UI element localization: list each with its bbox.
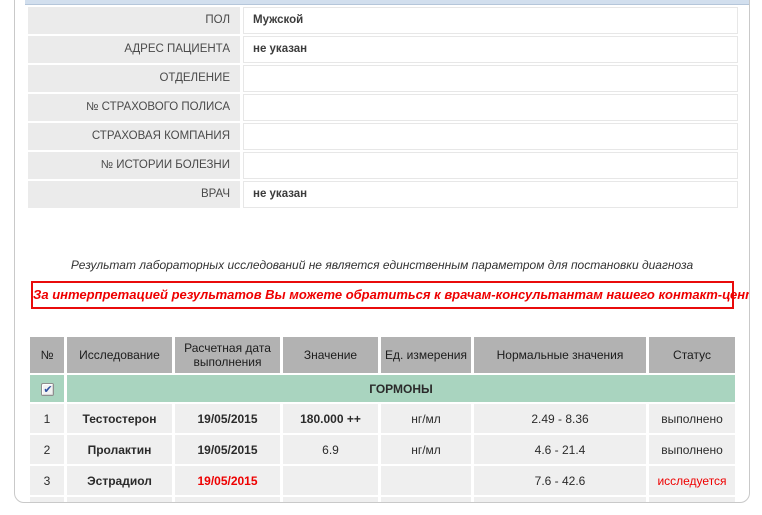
result-row: 1 Тестостерон 19/05/2015 180.000 ++ нг/м… (30, 404, 735, 433)
partial-cell (175, 497, 280, 503)
partial-next-row (30, 497, 735, 503)
result-cell-unit: нг/мл (381, 404, 471, 433)
column-header: Значение (283, 337, 378, 373)
column-header: Статус (649, 337, 735, 373)
result-cell-date: 19/05/2015 (175, 404, 280, 433)
header-bottom-strip (25, 0, 749, 5)
patient-form-row: № СТРАХОВОГО ПОЛИСА (28, 94, 738, 121)
result-cell-status: исследуется (649, 466, 735, 495)
group-checkbox[interactable] (41, 383, 54, 396)
form-field-label: ВРАЧ (28, 181, 240, 208)
form-field-value: не указан (243, 36, 738, 63)
column-header: Исследование (67, 337, 172, 373)
partial-cell (474, 497, 646, 503)
result-cell-status: выполнено (649, 404, 735, 433)
result-cell-unit: нг/мл (381, 435, 471, 464)
form-field-value: Мужской (243, 7, 738, 34)
form-field-label: № ИСТОРИИ БОЛЕЗНИ (28, 152, 240, 179)
result-cell-num: 2 (30, 435, 64, 464)
results-header-row: №ИсследованиеРасчетная дата выполненияЗн… (30, 337, 735, 373)
patient-form-row: АДРЕС ПАЦИЕНТА не указан (28, 36, 738, 63)
disclaimer-note: Результат лабораторных исследований не я… (15, 258, 749, 272)
form-field-label: СТРАХОВАЯ КОМПАНИЯ (28, 123, 240, 150)
patient-form: ПОЛ Мужской АДРЕС ПАЦИЕНТА не указан ОТД… (28, 7, 738, 210)
form-field-value (243, 152, 738, 179)
patient-form-row: ОТДЕЛЕНИЕ (28, 65, 738, 92)
form-field-label: ОТДЕЛЕНИЕ (28, 65, 240, 92)
result-row: 2 Пролактин 19/05/2015 6.9 нг/мл 4.6 - 2… (30, 435, 735, 464)
result-cell-date: 19/05/2015 (175, 435, 280, 464)
result-cell-test: Тестостерон (67, 404, 172, 433)
partial-cell (649, 497, 735, 503)
patient-form-row: ПОЛ Мужской (28, 7, 738, 34)
group-name: ГОРМОНЫ (67, 375, 735, 402)
result-cell-test: Эстрадиол (67, 466, 172, 495)
partial-cell (283, 497, 378, 503)
results-tbody: ГОРМОНЫ 1 Тестостерон 19/05/2015 180.000… (30, 375, 735, 495)
patient-form-row: ВРАЧ не указан (28, 181, 738, 208)
contact-notice: За интерпретацией результатов Вы можете … (31, 281, 734, 309)
result-cell-normal: 2.49 - 8.36 (474, 404, 646, 433)
patient-form-row: № ИСТОРИИ БОЛЕЗНИ (28, 152, 738, 179)
result-cell-date: 19/05/2015 (175, 466, 280, 495)
group-row: ГОРМОНЫ (30, 375, 735, 402)
partial-cell (381, 497, 471, 503)
partial-tbody (30, 497, 735, 503)
result-cell-value: 180.000 ++ (283, 404, 378, 433)
form-field-value (243, 94, 738, 121)
form-field-value (243, 123, 738, 150)
result-cell-value (283, 466, 378, 495)
partial-cell (30, 497, 64, 503)
patient-form-row: СТРАХОВАЯ КОМПАНИЯ (28, 123, 738, 150)
results-table: №ИсследованиеРасчетная дата выполненияЗн… (27, 335, 738, 503)
result-cell-value: 6.9 (283, 435, 378, 464)
column-header: Нормальные значения (474, 337, 646, 373)
lab-results-card: ПОЛ Мужской АДРЕС ПАЦИЕНТА не указан ОТД… (14, 0, 750, 503)
result-cell-status: выполнено (649, 435, 735, 464)
form-field-value (243, 65, 738, 92)
result-cell-unit (381, 466, 471, 495)
result-row: 3 Эстрадиол 19/05/2015 7.6 - 42.6 исслед… (30, 466, 735, 495)
form-field-label: ПОЛ (28, 7, 240, 34)
column-header: № (30, 337, 64, 373)
form-field-value: не указан (243, 181, 738, 208)
result-cell-normal: 7.6 - 42.6 (474, 466, 646, 495)
form-field-label: № СТРАХОВОГО ПОЛИСА (28, 94, 240, 121)
column-header: Расчетная дата выполнения (175, 337, 280, 373)
column-header: Ед. измерения (381, 337, 471, 373)
group-checkbox-cell (30, 375, 64, 402)
partial-cell (67, 497, 172, 503)
result-cell-normal: 4.6 - 21.4 (474, 435, 646, 464)
result-cell-test: Пролактин (67, 435, 172, 464)
result-cell-num: 3 (30, 466, 64, 495)
form-field-label: АДРЕС ПАЦИЕНТА (28, 36, 240, 63)
result-cell-num: 1 (30, 404, 64, 433)
